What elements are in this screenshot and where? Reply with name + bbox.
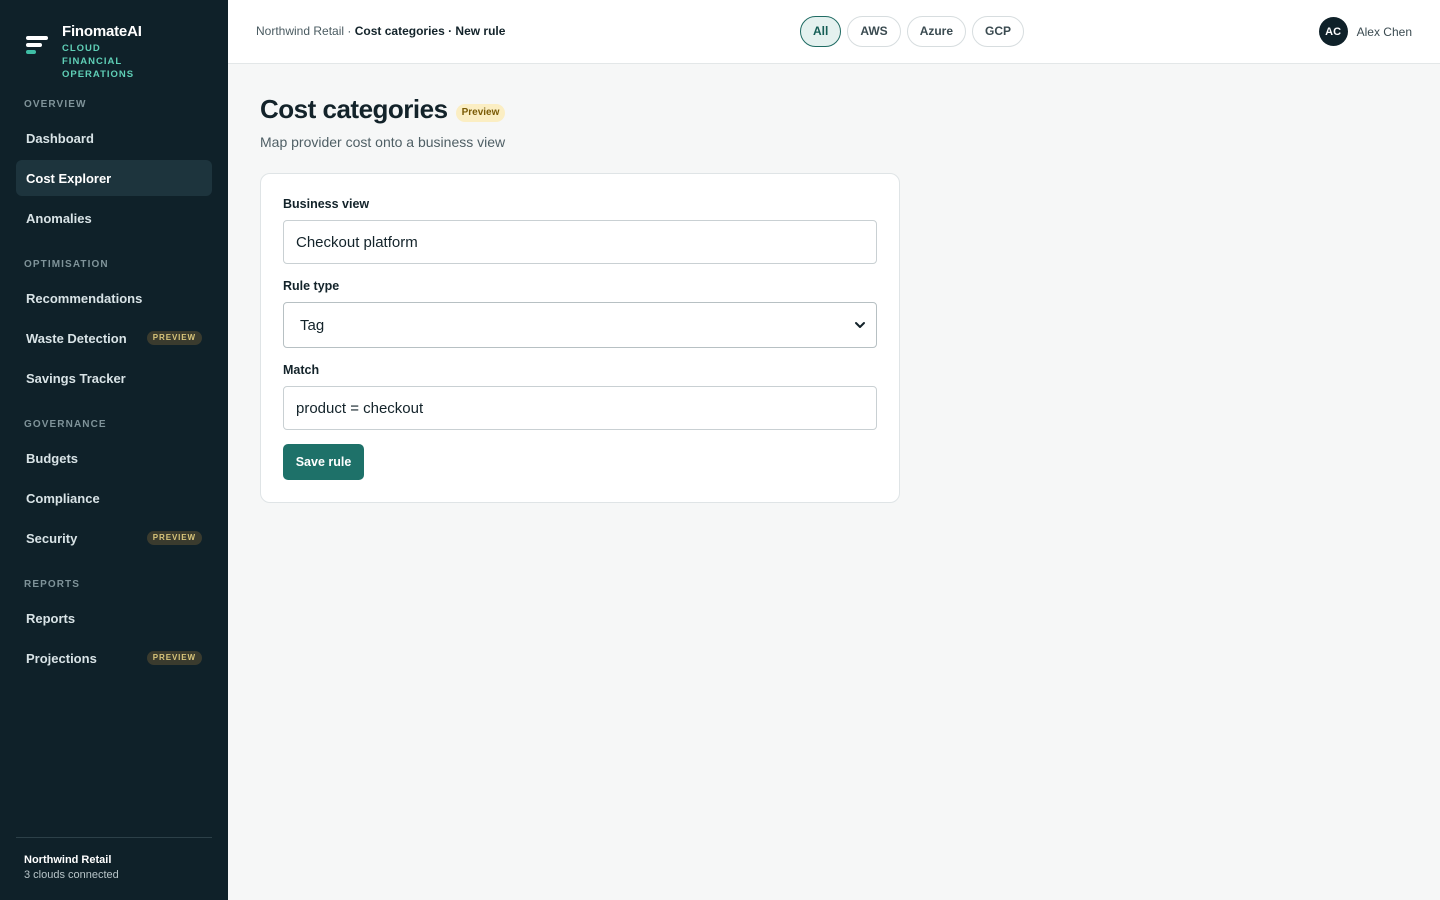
sidebar-item-recommendations[interactable]: Recommendations	[16, 280, 212, 316]
filter-aws[interactable]: AWS	[847, 16, 901, 47]
filter-all[interactable]: All	[800, 16, 842, 47]
sidebar-item-label: Cost Explorer	[26, 170, 112, 186]
brand-tagline: CLOUD FINANCIAL OPERATIONS	[62, 43, 135, 80]
sidebar-item-label: Projections	[26, 650, 97, 666]
stacked-bars-logo-icon	[24, 34, 50, 62]
user-name: Alex Chen	[1356, 24, 1412, 39]
breadcrumb-current: Cost categories · New rule	[354, 24, 506, 38]
sidebar-item-projections[interactable]: Projections PREVIEW	[16, 640, 212, 676]
sidebar-item-compliance[interactable]: Compliance	[16, 480, 212, 516]
sidebar-item-label: Security	[26, 530, 78, 546]
breadcrumb: Northwind Retail · Cost categories · New…	[256, 24, 505, 38]
sidebar-item-label: Savings Tracker	[26, 370, 126, 386]
preview-badge: PREVIEW	[146, 531, 202, 545]
sidebar-item-cost-explorer[interactable]: Cost Explorer	[16, 160, 212, 196]
page-header: Cost categories Preview	[260, 94, 506, 125]
sidebar: FinomateAI CLOUD FINANCIAL OPERATIONS OV…	[0, 0, 228, 900]
sidebar-item-budgets[interactable]: Budgets	[16, 440, 212, 476]
top-bar: Northwind Retail · Cost categories · New…	[228, 0, 1440, 64]
page-subtitle: Map provider cost onto a business view	[260, 134, 506, 150]
sidebar-item-label: Dashboard	[26, 130, 94, 146]
rule-type-value: Tag	[300, 316, 325, 334]
rule-form-card: Business view Rule type Tag Match Save r…	[260, 173, 900, 503]
sidebar-item-security[interactable]: Security PREVIEW	[16, 520, 212, 556]
breadcrumb-separator: ·	[344, 24, 355, 38]
filter-azure[interactable]: Azure	[906, 16, 967, 47]
nav-section-governance: GOVERNANCE	[24, 419, 107, 430]
chevron-down-icon	[855, 322, 865, 328]
match-input[interactable]	[283, 386, 877, 430]
nav-section-reports: REPORTS	[24, 579, 81, 590]
sidebar-footer[interactable]: Northwind Retail 3 clouds connected	[16, 837, 212, 883]
page-title: Cost categories	[260, 94, 448, 124]
business-view-input[interactable]	[283, 220, 877, 264]
user-menu[interactable]: AC Alex Chen	[1318, 17, 1412, 46]
sidebar-item-anomalies[interactable]: Anomalies	[16, 200, 212, 236]
preview-badge: Preview	[455, 103, 506, 122]
nav-section-optimisation: OPTIMISATION	[24, 259, 109, 270]
sidebar-item-reports[interactable]: Reports	[16, 600, 212, 636]
avatar: AC	[1318, 17, 1348, 46]
brand[interactable]: FinomateAI CLOUD FINANCIAL OPERATIONS	[24, 22, 162, 81]
cloud-filter: All AWS Azure GCP	[800, 16, 1025, 47]
sidebar-item-label: Budgets	[26, 450, 78, 466]
org-name: Northwind Retail	[24, 854, 112, 866]
sidebar-item-dashboard[interactable]: Dashboard	[16, 120, 212, 156]
sidebar-item-savings-tracker[interactable]: Savings Tracker	[16, 360, 212, 396]
sidebar-item-label: Anomalies	[26, 210, 92, 226]
connection-status: 3 clouds connected	[24, 869, 119, 881]
preview-badge: PREVIEW	[146, 331, 202, 345]
match-label: Match	[283, 363, 320, 377]
brand-name: FinomateAI	[62, 23, 142, 40]
preview-badge: PREVIEW	[146, 651, 202, 665]
sidebar-item-label: Reports	[26, 610, 76, 626]
filter-gcp[interactable]: GCP	[972, 16, 1025, 47]
save-rule-button[interactable]: Save rule	[283, 444, 364, 480]
nav-section-overview: OVERVIEW	[24, 99, 87, 110]
breadcrumb-root[interactable]: Northwind Retail	[256, 24, 344, 38]
sidebar-item-waste-detection[interactable]: Waste Detection PREVIEW	[16, 320, 212, 356]
sidebar-item-label: Waste Detection	[26, 330, 127, 346]
rule-type-select[interactable]: Tag	[283, 302, 877, 348]
sidebar-item-label: Compliance	[26, 490, 100, 506]
sidebar-item-label: Recommendations	[26, 290, 143, 306]
business-view-label: Business view	[283, 197, 370, 211]
rule-type-label: Rule type	[283, 279, 340, 293]
